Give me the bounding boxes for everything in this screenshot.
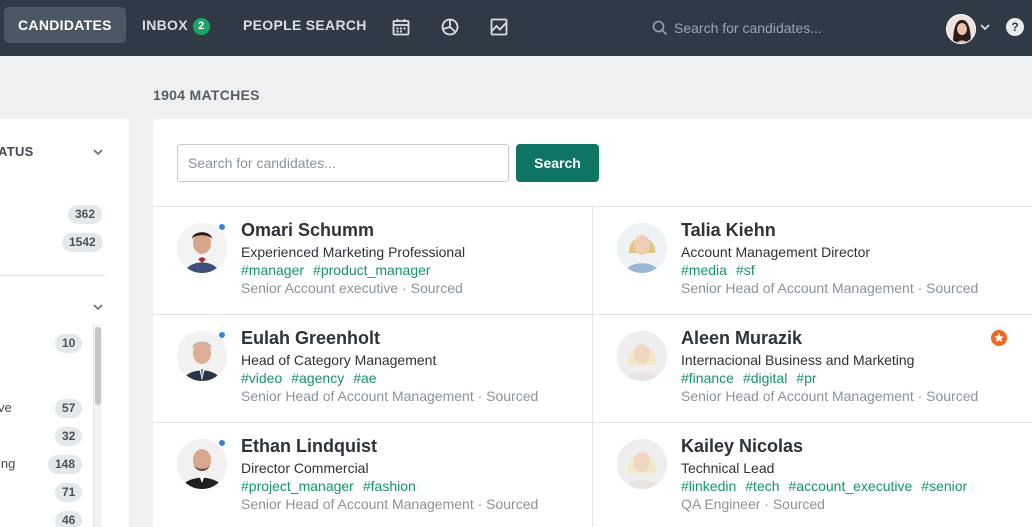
candidate-meta: Senior Account executive · Sourced [241,280,463,296]
search-icon [652,20,668,36]
tag-link[interactable]: #tech [745,478,779,494]
scrollbar-thumb[interactable] [95,327,101,405]
tag-link[interactable]: #video [241,370,282,386]
candidate-card[interactable]: Ethan Lindquist Director Commercial #pro… [153,422,573,527]
search-button[interactable]: Search [516,144,599,182]
matches-count: 1904 MATCHES [153,87,260,103]
filter-option-label[interactable]: ve [0,400,12,415]
candidate-tags: #linkedin #tech #account_executive #senior [681,478,976,494]
tag-link[interactable]: #finance [681,370,734,386]
filter-count: 57 [55,399,83,418]
top-search-placeholder: Search for candidates... [674,20,822,36]
candidate-card[interactable]: Omari Schumm Experienced Marketing Profe… [153,206,573,314]
candidate-tags: #project_manager #fashion [241,478,425,494]
candidate-title: Director Commercial [241,460,369,476]
top-navigation-bar: CANDIDATES INBOX 2 PEOPLE SEARCH Search f… [0,0,1032,56]
candidate-tags: #finance #digital #pr [681,370,826,386]
candidate-card[interactable]: Kailey Nicolas Technical Lead #linkedin #… [593,422,1013,527]
filter-count: 46 [55,511,83,527]
tag-link[interactable]: #digital [743,370,787,386]
chevron-down-icon[interactable] [93,302,103,312]
tag-link[interactable]: #project_manager [241,478,354,494]
filter-count: 1542 [62,233,103,252]
results-card: Search Omari Schumm Experienced Marketin… [153,119,1032,527]
tag-link[interactable]: #media [681,262,727,278]
user-avatar[interactable] [946,14,976,44]
tag-link[interactable]: #pr [796,370,816,386]
online-indicator [218,223,226,231]
candidate-title: Internacional Business and Marketing [681,352,915,368]
candidate-meta: Senior Head of Account Management · Sour… [241,388,539,404]
divider [0,275,105,276]
tag-link[interactable]: #agency [291,370,344,386]
candidate-card[interactable]: Eulah Greenholt Head of Category Managem… [153,314,573,422]
candidate-title: Experienced Marketing Professional [241,244,466,260]
tag-link[interactable]: #ae [353,370,376,386]
candidate-meta: Senior Head of Account Management · Sour… [681,280,979,296]
candidate-avatar [617,331,667,381]
candidate-name[interactable]: Ethan Lindquist [241,436,377,457]
chevron-down-icon[interactable] [93,147,103,157]
tag-link[interactable]: #senior [921,478,967,494]
online-indicator [218,439,226,447]
tag-link[interactable]: #product_manager [313,262,431,278]
top-search[interactable]: Search for candidates... [652,16,872,40]
filter-status-heading[interactable]: ATUS [0,144,34,159]
tag-link[interactable]: #account_executive [789,478,913,494]
filter-count: 362 [68,205,103,224]
star-icon[interactable] [991,330,1007,346]
chevron-down-icon[interactable] [980,23,990,31]
candidate-name[interactable]: Omari Schumm [241,220,374,241]
filter-count: 32 [55,427,83,446]
calendar-icon[interactable] [391,17,411,37]
candidate-tags: #video #agency #ae [241,370,386,386]
tab-people-search[interactable]: PEOPLE SEARCH [243,7,367,43]
candidate-title: Technical Lead [681,460,775,476]
candidate-name[interactable]: Eulah Greenholt [241,328,380,349]
filter-scrollbar[interactable] [93,325,102,527]
tag-link[interactable]: #sf [736,262,755,278]
filter-count: 71 [55,483,83,502]
filter-count: 148 [48,455,83,474]
inbox-count-badge: 2 [192,18,210,35]
tab-candidates[interactable]: CANDIDATES [4,7,126,43]
candidate-name[interactable]: Aleen Murazik [681,328,802,349]
candidate-card[interactable]: Aleen Murazik Internacional Business and… [593,314,1013,422]
reports-icon[interactable] [489,17,509,37]
candidate-name[interactable]: Kailey Nicolas [681,436,803,457]
candidate-title: Head of Category Management [241,352,437,368]
candidate-avatar [617,223,667,273]
tab-inbox[interactable]: INBOX 2 [142,7,210,43]
filter-panel: ATUS 362 1542 10 ve 57 32 ing 148 71 46 [0,119,129,527]
filter-option-label[interactable]: ing [0,456,15,471]
candidate-name[interactable]: Talia Kiehn [681,220,776,241]
tag-link[interactable]: #linkedin [681,478,736,494]
candidate-tags: #manager #product_manager [241,262,440,278]
candidate-title: Account Management Director [681,244,871,260]
filter-count: 10 [55,334,83,353]
candidate-meta: QA Engineer · Sourced [681,496,825,512]
search-input[interactable] [177,144,509,182]
candidate-tags: #media #sf [681,262,764,278]
candidate-meta: Senior Head of Account Management · Sour… [241,496,539,512]
help-button[interactable]: ? [1006,18,1024,36]
online-indicator [218,331,226,339]
pie-chart-icon[interactable] [440,17,460,37]
tag-link[interactable]: #manager [241,262,304,278]
candidate-card[interactable]: Talia Kiehn Account Management Director … [593,206,1013,314]
candidate-meta: Senior Head of Account Management · Sour… [681,388,979,404]
candidate-avatar [617,439,667,489]
tag-link[interactable]: #fashion [363,478,416,494]
